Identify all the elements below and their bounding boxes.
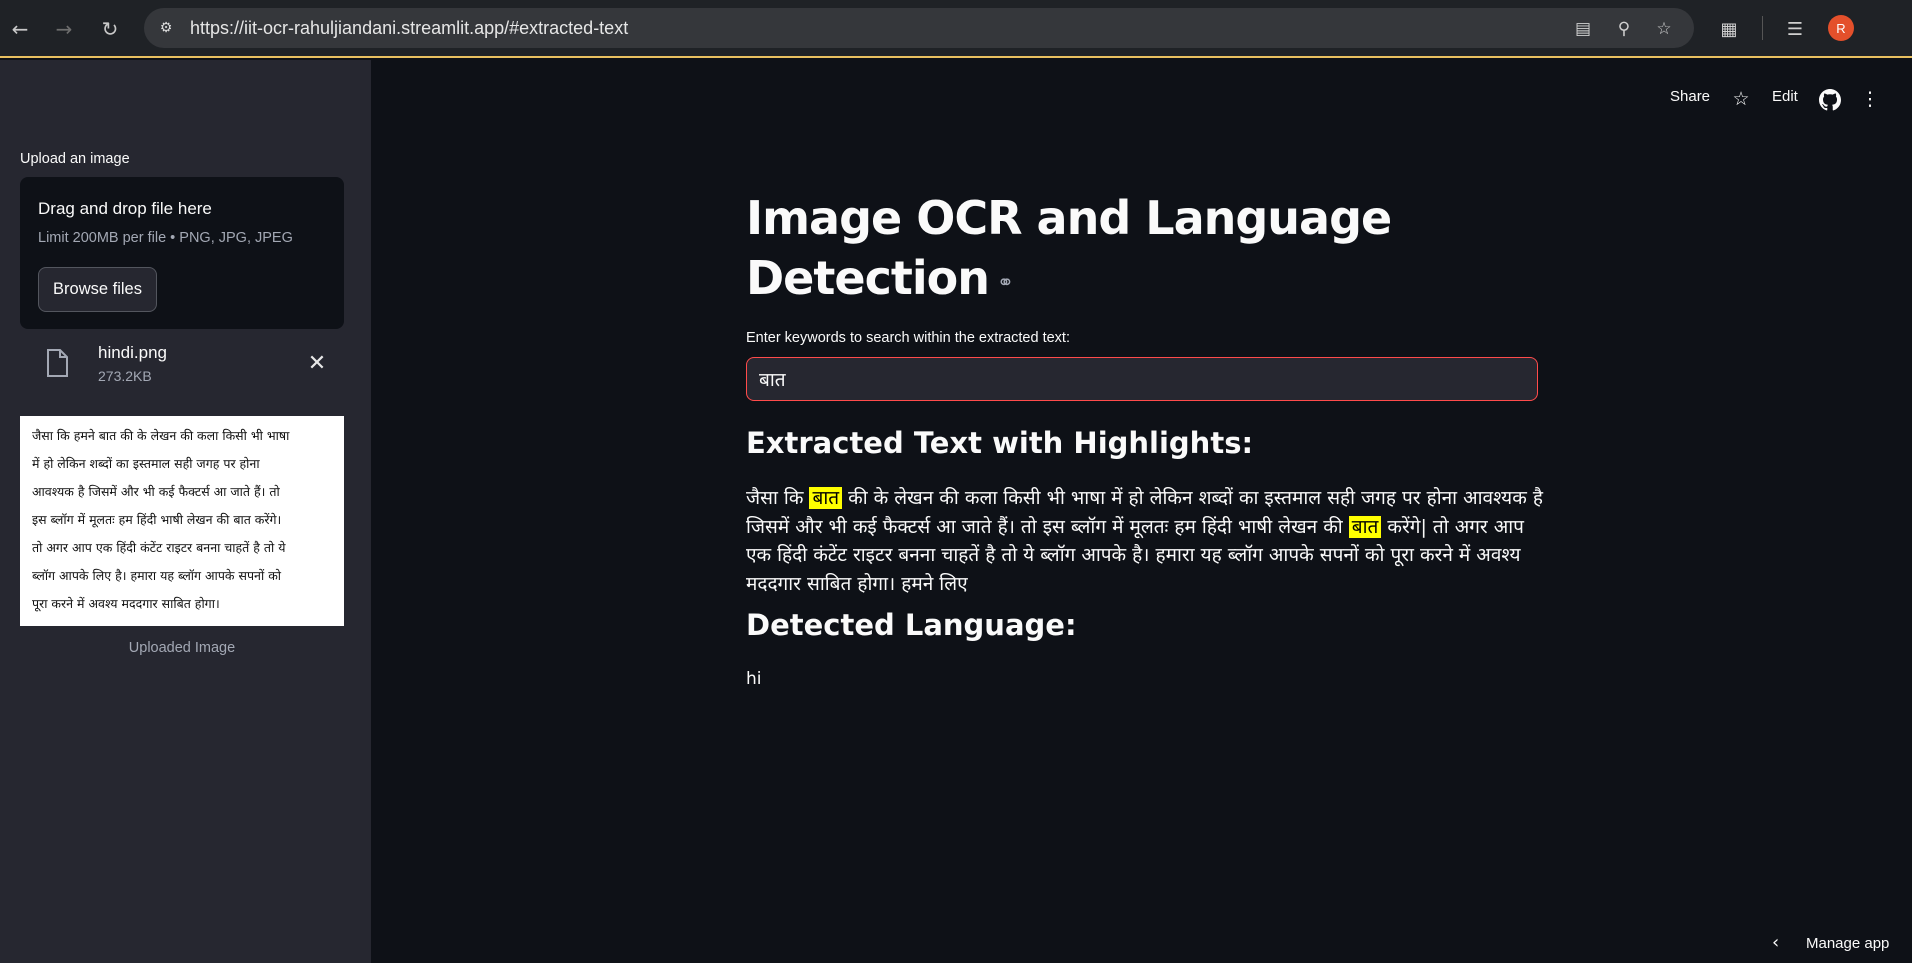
file-icon	[47, 349, 68, 377]
github-icon[interactable]	[1819, 89, 1841, 111]
chevron-left-icon[interactable]: ‹	[1772, 932, 1779, 953]
extracted-text-heading: Extracted Text with Highlights:	[746, 426, 1254, 460]
address-bar[interactable]: ⚙ https://iit-ocr-rahuljiandani.streamli…	[144, 8, 1694, 48]
browse-files-button[interactable]: Browse files	[38, 267, 157, 312]
uploaded-image-preview: जैसा कि हमने बात की के लेखन की कला किसी …	[20, 416, 344, 626]
preview-line: में हो लेकिन शब्दों का इस्तमाल सही जगह प…	[32, 456, 260, 471]
page-title: Image OCR and Language Detection ⚭	[746, 188, 1538, 312]
keyword-highlight: बात	[809, 487, 843, 509]
dropzone-title: Drag and drop file here	[38, 199, 212, 218]
reload-icon[interactable]: ↻	[95, 14, 125, 44]
back-icon[interactable]: ←	[5, 14, 35, 44]
keyword-highlight: बात	[1348, 515, 1382, 538]
uploaded-file-row: hindi.png 273.2KB ✕	[20, 335, 344, 395]
extracted-text: जैसा कि बात की के लेखन की कला किसी भी भा…	[746, 484, 1546, 598]
star-icon[interactable]: ☆	[1728, 86, 1754, 112]
image-caption: Uploaded Image	[128, 640, 236, 656]
file-size: 273.2KB	[98, 368, 152, 384]
preview-line: पूरा करने में अवश्य मददगार साबित होगा।	[32, 596, 220, 611]
share-button[interactable]: Share	[1670, 88, 1710, 105]
preview-line: ब्लॉग आपके लिए है। हमारा यह ब्लॉग आपके स…	[32, 568, 282, 583]
file-name: hindi.png	[98, 343, 168, 362]
edit-button[interactable]: Edit	[1772, 88, 1798, 105]
toolbar-divider	[1762, 16, 1763, 40]
install-app-icon[interactable]: ▤	[1570, 16, 1596, 42]
link-anchor-icon[interactable]: ⚭	[997, 252, 1014, 312]
text-segment: जैसा कि	[746, 487, 810, 509]
preview-line: तो अगर आप एक हिंदी कंटेंट राइटर बनना चाह…	[32, 540, 286, 555]
search-label: Enter keywords to search within the extr…	[746, 330, 1070, 346]
page-title-text: Image OCR and Language Detection	[746, 191, 1392, 305]
more-options-icon[interactable]: ⋮	[1857, 86, 1883, 112]
bookmark-star-icon[interactable]: ☆	[1651, 16, 1677, 42]
preview-line: जैसा कि हमने बात की के लेखन की कला किसी …	[32, 428, 290, 443]
forward-icon[interactable]: →	[49, 14, 79, 44]
remove-file-icon[interactable]: ✕	[303, 349, 331, 377]
zoom-icon[interactable]: ⚲	[1611, 16, 1637, 42]
dropzone-limit: Limit 200MB per file • PNG, JPG, JPEG	[38, 230, 293, 246]
media-controls-icon[interactable]: ☰	[1780, 14, 1810, 44]
keyword-search-input[interactable]	[746, 357, 1538, 401]
sidebar: Upload an image Drag and drop file here …	[0, 60, 371, 963]
preview-line: आवश्यक है जिसमें और भी कई फैक्टर्स आ जात…	[32, 484, 280, 499]
profile-avatar[interactable]: R	[1828, 15, 1854, 41]
detected-language-heading: Detected Language:	[746, 608, 1077, 642]
browser-toolbar: ← → ↻ ⚙ https://iit-ocr-rahuljiandani.st…	[0, 0, 1912, 58]
detected-language-value: hi	[746, 669, 762, 689]
file-dropzone[interactable]: Drag and drop file here Limit 200MB per …	[20, 177, 344, 329]
url-text[interactable]: https://iit-ocr-rahuljiandani.streamlit.…	[190, 18, 628, 39]
site-settings-icon[interactable]: ⚙	[154, 16, 178, 40]
upload-label: Upload an image	[20, 151, 130, 167]
preview-line: इस ब्लॉग में मूलतः हम हिंदी भाषी लेखन की…	[32, 512, 282, 527]
extensions-icon[interactable]: ▦	[1714, 14, 1744, 44]
manage-app-button[interactable]: Manage app	[1806, 935, 1889, 952]
